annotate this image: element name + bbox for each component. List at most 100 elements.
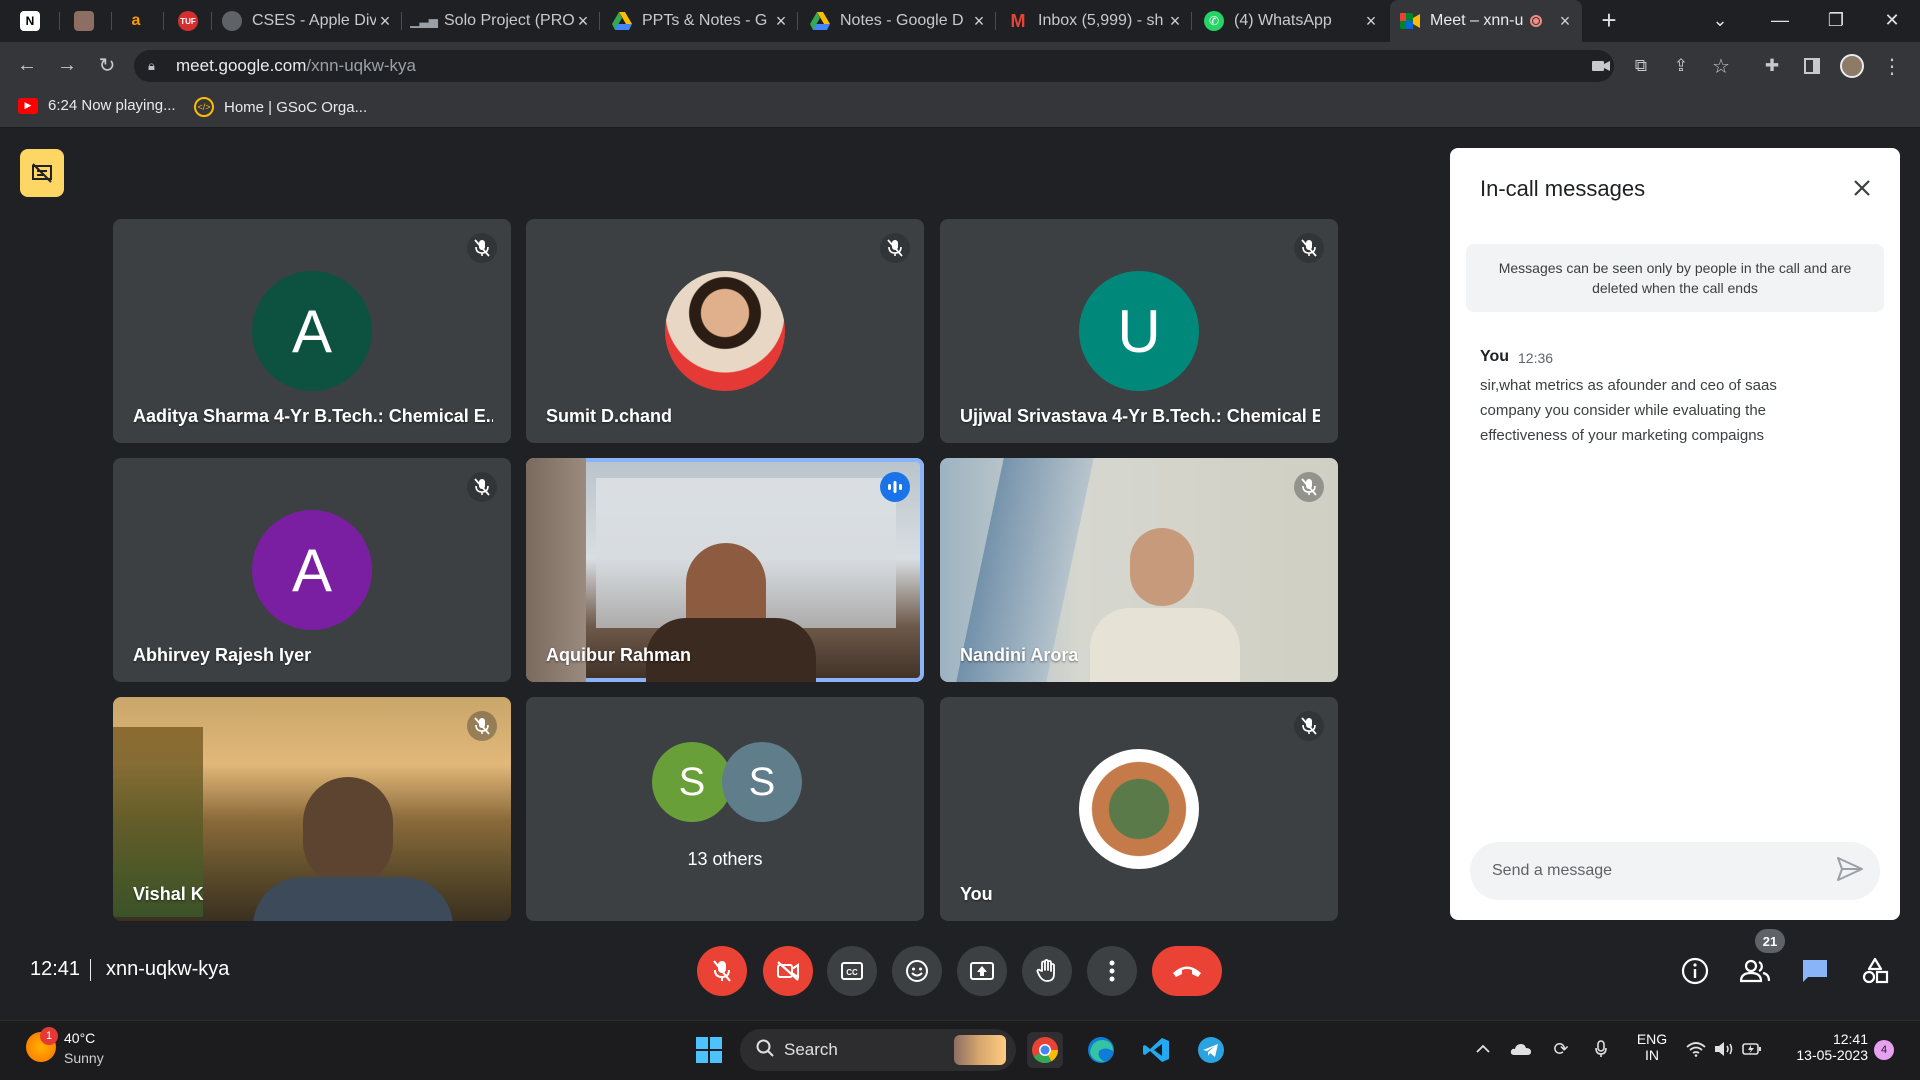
- participant-tile[interactable]: U Ujjwal Srivastava 4-Yr B.Tech.: Chemic…: [940, 219, 1338, 443]
- participant-name: Aaditya Sharma 4-Yr B.Tech.: Chemical E.…: [133, 406, 493, 426]
- participant-tile-video[interactable]: Nandini Arora: [940, 458, 1338, 682]
- others-tile[interactable]: S S 13 others: [526, 697, 924, 921]
- tab-solo-project[interactable]: ▁▃▅ Solo Project (PRO ×: [404, 0, 600, 42]
- avatar: U: [1079, 271, 1199, 391]
- restore-button[interactable]: ❐: [1808, 0, 1864, 40]
- message-text: sir,what metrics as afounder and ceo of …: [1480, 377, 1777, 444]
- more-options-button[interactable]: [1087, 946, 1137, 996]
- self-avatar-photo: [1079, 749, 1199, 869]
- presentation-off-icon[interactable]: [20, 149, 64, 197]
- share-icon[interactable]: ⇪: [1667, 52, 1695, 80]
- others-count-label: 13 others: [687, 849, 763, 869]
- participant-tile[interactable]: A Aaditya Sharma 4-Yr B.Tech.: Chemical …: [113, 219, 511, 443]
- reload-icon[interactable]: ↻: [92, 50, 122, 80]
- message-input[interactable]: [1490, 861, 1810, 881]
- avatar: A: [252, 271, 372, 391]
- minimize-button[interactable]: —: [1752, 0, 1808, 40]
- reactions-button[interactable]: [892, 946, 942, 996]
- close-tab-icon[interactable]: ×: [574, 11, 592, 32]
- drive-icon: [612, 11, 632, 31]
- language-indicator[interactable]: ENG IN: [1636, 1031, 1668, 1063]
- close-window-button[interactable]: ✕: [1864, 0, 1920, 40]
- globe-icon: [222, 11, 242, 31]
- toggle-mic-button[interactable]: [697, 946, 747, 996]
- edge-taskbar-icon[interactable]: [1083, 1032, 1119, 1068]
- onedrive-icon[interactable]: [1508, 1036, 1534, 1062]
- tab-amazon[interactable]: a: [116, 0, 164, 42]
- profile-avatar[interactable]: [1838, 52, 1866, 80]
- present-screen-button[interactable]: [957, 946, 1007, 996]
- bookmark-gsoc[interactable]: </> Home | GSoC Orga...: [194, 97, 367, 117]
- open-external-icon[interactable]: ⧉: [1627, 52, 1655, 80]
- tab-profile[interactable]: [64, 0, 112, 42]
- close-tab-icon[interactable]: ×: [1556, 11, 1574, 32]
- notification-count-badge[interactable]: 4: [1874, 1040, 1894, 1060]
- close-tab-icon[interactable]: ×: [772, 11, 790, 32]
- participant-tile-video[interactable]: Vishal K: [113, 697, 511, 921]
- tab-notion[interactable]: N: [10, 0, 60, 42]
- new-tab-button[interactable]: +: [1584, 0, 1634, 40]
- participant-tile[interactable]: Sumit D.chand: [526, 219, 924, 443]
- chrome-taskbar-icon[interactable]: [1027, 1032, 1063, 1068]
- extensions-icon[interactable]: ✚: [1758, 52, 1786, 80]
- back-icon[interactable]: ←: [12, 50, 42, 80]
- tab-tuf[interactable]: TUF: [168, 0, 212, 42]
- volume-icon[interactable]: [1711, 1036, 1737, 1062]
- forward-icon[interactable]: →: [52, 50, 82, 80]
- wifi-icon[interactable]: [1683, 1036, 1709, 1062]
- participant-tile[interactable]: A Abhirvey Rajesh Iyer: [113, 458, 511, 682]
- activities-icon[interactable]: [1855, 951, 1895, 991]
- side-panel-icon[interactable]: [1798, 52, 1826, 80]
- menu-icon[interactable]: ⋮: [1878, 52, 1906, 80]
- captions-button[interactable]: CC: [827, 946, 877, 996]
- taskbar-search[interactable]: Search: [740, 1029, 1016, 1071]
- start-icon[interactable]: [691, 1032, 727, 1068]
- send-icon[interactable]: [1836, 856, 1866, 886]
- divider: [90, 959, 91, 981]
- microphone-icon[interactable]: [1588, 1036, 1614, 1062]
- camera-icon[interactable]: [1587, 52, 1615, 80]
- raise-hand-button[interactable]: [1022, 946, 1072, 996]
- youtube-icon: ▶: [18, 97, 38, 114]
- message-time: 12:36: [1518, 350, 1554, 366]
- close-tab-icon[interactable]: ×: [970, 11, 988, 32]
- battery-icon[interactable]: [1739, 1036, 1765, 1062]
- sync-icon[interactable]: ⟳: [1548, 1036, 1574, 1062]
- leave-call-button[interactable]: [1152, 946, 1222, 996]
- tab-notes-google-drive[interactable]: Notes - Google D ×: [800, 0, 996, 42]
- search-label: Search: [784, 1040, 838, 1059]
- close-tab-icon[interactable]: ×: [376, 11, 394, 32]
- bookmark-now-playing[interactable]: ▶ 6:24 Now playing...: [18, 97, 176, 114]
- panel-title: In-call messages: [1480, 176, 1646, 201]
- show-hidden-icons[interactable]: [1470, 1036, 1496, 1062]
- weather-badge: 1: [40, 1027, 58, 1045]
- close-icon[interactable]: [1846, 172, 1878, 204]
- vscode-taskbar-icon[interactable]: [1138, 1032, 1174, 1068]
- tab-meet[interactable]: Meet – xnn-u ×: [1390, 0, 1582, 42]
- toggle-camera-button[interactable]: [763, 946, 813, 996]
- people-icon[interactable]: [1735, 951, 1775, 991]
- participant-name: Sumit D.chand: [546, 406, 673, 426]
- taskbar-clock[interactable]: 12:41 13-05-2023: [1778, 1031, 1868, 1063]
- close-tab-icon[interactable]: ×: [1166, 11, 1184, 32]
- participant-tile-video[interactable]: Aquibur Rahman: [526, 458, 924, 682]
- tab-search-icon[interactable]: ⌄: [1692, 0, 1748, 40]
- meeting-details-icon[interactable]: [1675, 951, 1715, 991]
- avatar-photo: [665, 271, 785, 391]
- tab-cses[interactable]: CSES - Apple Divi ×: [212, 0, 402, 42]
- tab-ppts-notes[interactable]: PPTs & Notes - G ×: [602, 0, 798, 42]
- close-tab-icon[interactable]: ×: [1362, 11, 1380, 32]
- tab-strip: N a TUF CSES - Apple Divi × ▁▃▅ Solo Pro…: [0, 0, 1920, 42]
- lock-icon: 🔒︎: [148, 58, 155, 73]
- chat-icon[interactable]: [1795, 951, 1835, 991]
- self-tile[interactable]: You: [940, 697, 1338, 921]
- drive-icon: [810, 11, 830, 31]
- tab-whatsapp[interactable]: ✆ (4) WhatsApp ×: [1194, 0, 1388, 42]
- tab-label: Inbox (5,999) - sh: [1038, 12, 1164, 29]
- telegram-taskbar-icon[interactable]: [1193, 1032, 1229, 1068]
- address-bar[interactable]: 🔒︎ meet.google.com/xnn-uqkw-kya: [134, 50, 1614, 82]
- tab-inbox[interactable]: M Inbox (5,999) - sh ×: [998, 0, 1192, 42]
- star-icon[interactable]: ☆: [1707, 52, 1735, 80]
- video-person-body: [253, 877, 453, 921]
- mic-off-icon: [1294, 472, 1324, 502]
